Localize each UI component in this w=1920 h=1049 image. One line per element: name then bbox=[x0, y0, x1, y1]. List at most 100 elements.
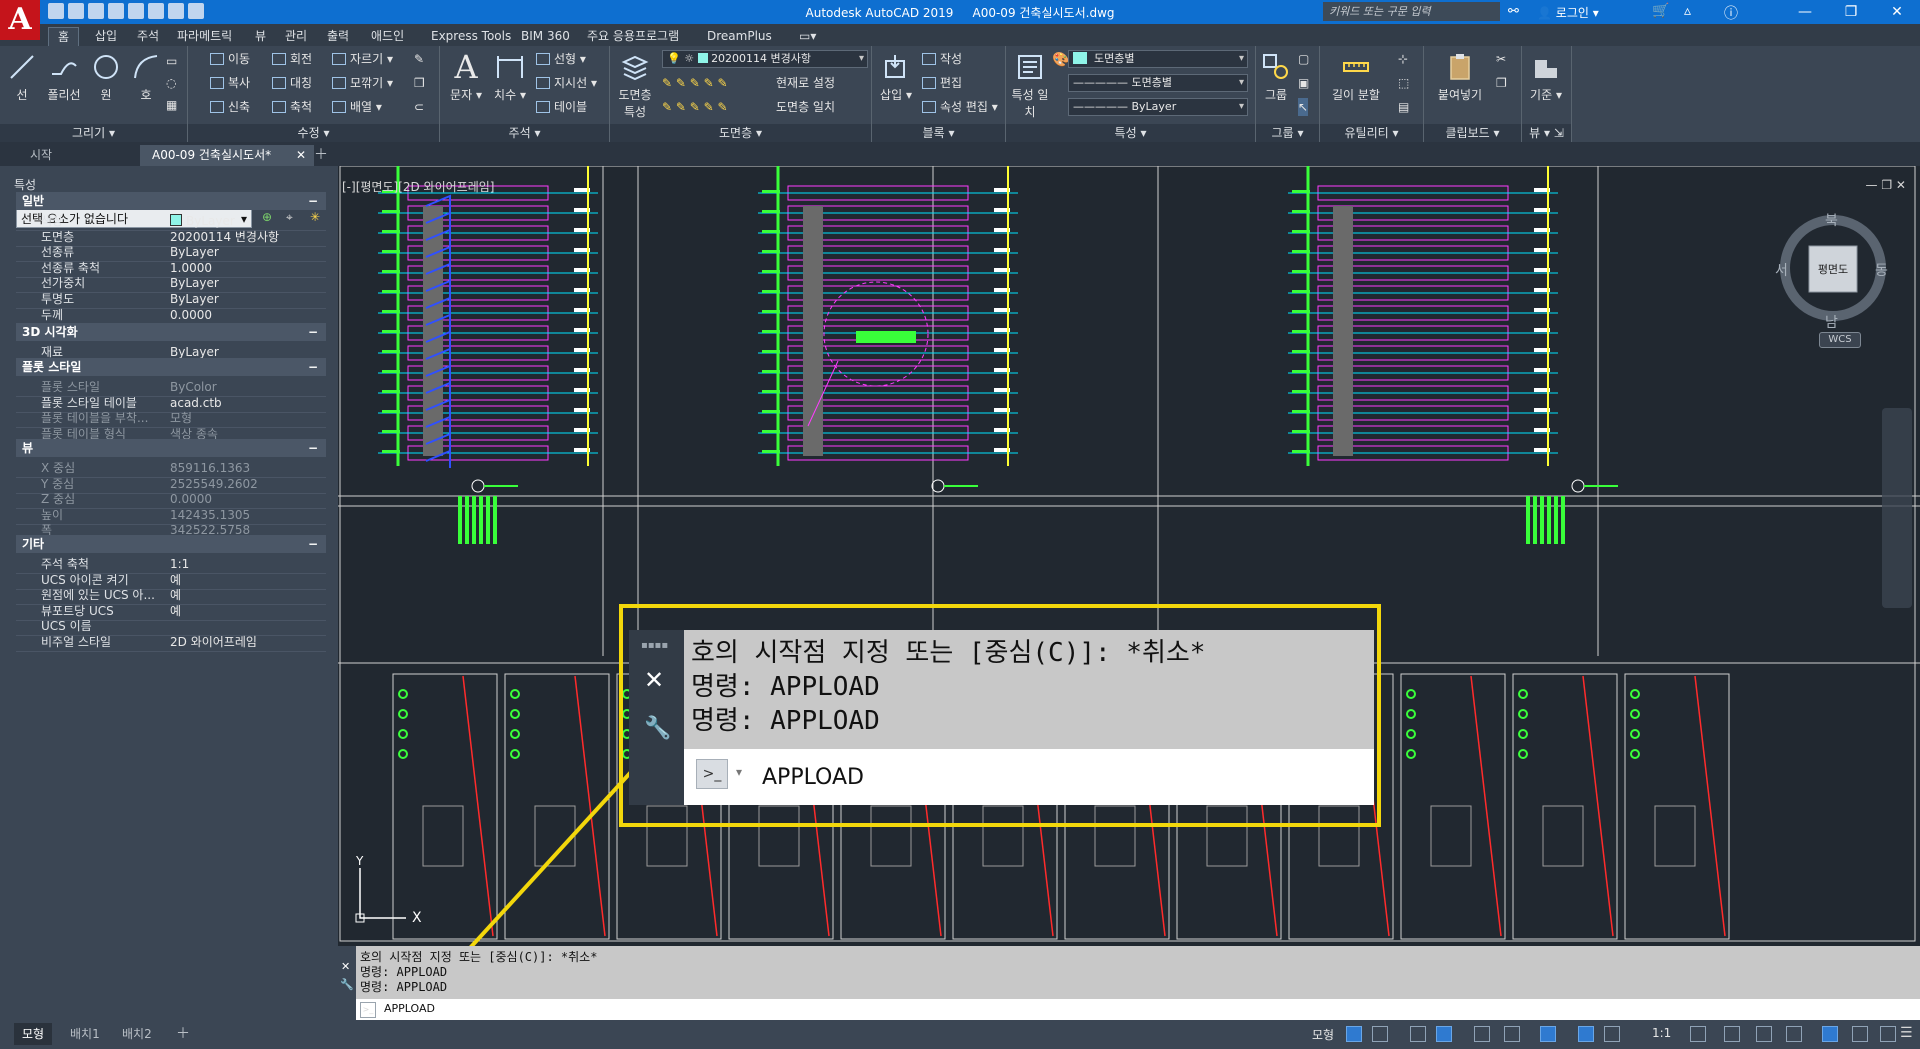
collapse-icon[interactable]: − bbox=[308, 439, 318, 457]
lineweight-dropdown[interactable]: ————— ByLayer bbox=[1068, 98, 1248, 116]
tab-close-icon[interactable]: ✕ bbox=[296, 145, 306, 166]
snap-icon[interactable] bbox=[1372, 1026, 1388, 1042]
group-select-icon[interactable]: ↖ bbox=[1298, 98, 1309, 116]
ortho-icon[interactable] bbox=[1410, 1026, 1426, 1042]
edit-block-button[interactable]: 편집 bbox=[922, 74, 962, 92]
tab-start[interactable]: 시작 bbox=[18, 145, 152, 166]
annotation-visibility-icon[interactable] bbox=[1578, 1026, 1594, 1042]
layout-tab-layout2[interactable]: 배치2 bbox=[114, 1023, 160, 1045]
object-snap-tracking-icon[interactable] bbox=[1504, 1026, 1520, 1042]
model-space-button[interactable]: 모형 bbox=[1312, 1026, 1334, 1043]
tab-express-tools[interactable]: Express Tools bbox=[422, 27, 520, 46]
close-icon[interactable]: ✕ bbox=[341, 960, 350, 973]
quick-properties-icon[interactable] bbox=[1786, 1026, 1802, 1042]
recent-commands-icon[interactable]: ▾ bbox=[736, 765, 742, 779]
viewcube-north[interactable]: 북 bbox=[1825, 210, 1838, 230]
workspace-gear-icon[interactable] bbox=[1690, 1026, 1706, 1042]
line-button[interactable]: 선 bbox=[2, 52, 42, 103]
table-button[interactable]: 테이블 bbox=[536, 98, 587, 116]
rotate-button[interactable]: 회전 bbox=[272, 50, 312, 68]
command-window-handle[interactable]: ▪▪▪▪ ✕ 🔧 bbox=[629, 630, 684, 805]
collapse-icon[interactable]: − bbox=[308, 192, 318, 210]
move-button[interactable]: 이동 bbox=[210, 50, 250, 68]
command-line[interactable]: ✕ 🔧 호의 시작점 지정 또는 [중심(C)]: *취소* 명령: APPLO… bbox=[338, 946, 1920, 1020]
tab-addins[interactable]: 애드인 bbox=[362, 27, 413, 46]
navigation-bar[interactable] bbox=[1882, 408, 1912, 608]
property-section-header[interactable]: 뷰 − bbox=[16, 439, 326, 457]
command-input-text[interactable]: APPLOAD bbox=[762, 765, 864, 790]
exchange-icon[interactable]: ▵ bbox=[1684, 3, 1691, 19]
customize-menu-icon[interactable]: ☰ bbox=[1900, 1025, 1913, 1041]
set-current-button[interactable]: 현재로 설정 bbox=[776, 74, 835, 92]
circle-button[interactable]: 원 bbox=[86, 52, 126, 103]
offset-icon[interactable]: ⊂ bbox=[414, 98, 424, 116]
units-icon[interactable] bbox=[1756, 1026, 1772, 1042]
insert-block-button[interactable]: 삽입 ▾ bbox=[876, 52, 916, 103]
property-section-header[interactable]: 플롯 스타일 − bbox=[16, 358, 326, 376]
panel-groups-title[interactable]: 그룹 ▾ bbox=[1256, 124, 1319, 142]
panel-draw-title[interactable]: 그리기 ▾ bbox=[0, 124, 187, 142]
property-row[interactable]: 두께 0.0000 bbox=[16, 306, 326, 325]
base-view-button[interactable]: 기준 ▾ bbox=[1526, 52, 1566, 103]
group-button[interactable]: 그룹 bbox=[1256, 52, 1296, 103]
new-tab-button[interactable]: ＋ bbox=[308, 145, 334, 166]
viewport-window-controls[interactable]: — ❐ ✕ bbox=[1866, 178, 1906, 192]
panel-properties-title[interactable]: 특성 ▾ bbox=[1006, 124, 1255, 142]
grip-icon[interactable]: ▪▪▪▪ bbox=[641, 640, 668, 651]
hardware-acceleration-icon[interactable] bbox=[1822, 1026, 1838, 1042]
tab-insert[interactable]: 삽입 bbox=[86, 27, 126, 46]
hatch-icon[interactable]: ◌ bbox=[166, 74, 176, 92]
add-layout-button[interactable]: ＋ bbox=[168, 1023, 198, 1045]
linear-dim-button[interactable]: 선형 ▾ bbox=[536, 50, 586, 68]
collapse-icon[interactable]: − bbox=[308, 323, 318, 341]
tab-current-drawing[interactable]: A00-09 건축실시도서* ✕ bbox=[140, 145, 314, 166]
layer-dropdown[interactable]: 💡 ☼ 20200114 변경사항 bbox=[662, 50, 868, 68]
command-window-zoomed[interactable]: ▪▪▪▪ ✕ 🔧 호의 시작점 지정 또는 [중심(C)]: *취소* 명령: … bbox=[629, 630, 1374, 805]
collapse-icon[interactable]: − bbox=[308, 358, 318, 376]
command-line-handle[interactable]: ✕ 🔧 bbox=[338, 946, 356, 1020]
edit-attribute-button[interactable]: 속성 편집 ▾ bbox=[922, 98, 998, 116]
gradient-icon[interactable]: ▦ bbox=[166, 96, 177, 114]
stretch-button[interactable]: 신축 bbox=[210, 98, 250, 116]
fillet-button[interactable]: 모깎기 ▾ bbox=[332, 74, 393, 92]
layout-tab-layout1[interactable]: 배치1 bbox=[62, 1023, 108, 1045]
divide-button[interactable]: 길이 분할 bbox=[1326, 52, 1386, 103]
tab-output[interactable]: 출력 bbox=[318, 27, 358, 46]
panel-layers-title[interactable]: 도면층 ▾ bbox=[610, 124, 871, 142]
copy-button[interactable]: 복사 bbox=[210, 74, 250, 92]
ribbon-options-icon[interactable]: ▭▾ bbox=[790, 27, 825, 46]
tab-featured-apps[interactable]: 주요 응용프로그램 bbox=[578, 27, 688, 46]
close-button[interactable]: ✕ bbox=[1874, 0, 1920, 24]
command-line-input-text[interactable]: APPLOAD bbox=[384, 1002, 435, 1015]
command-prompt-icon[interactable]: >_ bbox=[696, 759, 728, 789]
isolate-objects-icon[interactable] bbox=[1852, 1026, 1868, 1042]
layout-tab-model[interactable]: 모형 bbox=[14, 1023, 53, 1045]
quick-select-icon[interactable]: ⬚ bbox=[1398, 74, 1409, 92]
viewcube-west[interactable]: 서 bbox=[1775, 260, 1788, 280]
panel-block-title[interactable]: 블록 ▾ bbox=[872, 124, 1005, 142]
annotation-monitor-icon[interactable] bbox=[1724, 1026, 1740, 1042]
login-button[interactable]: 👤 로그인 ▾ bbox=[1537, 4, 1599, 21]
property-section-header[interactable]: 3D 시각화 − bbox=[16, 323, 326, 341]
wcs-menu[interactable]: WCS bbox=[1819, 332, 1861, 348]
search-input[interactable]: 키워드 또는 구문 입력 bbox=[1323, 2, 1500, 21]
panel-view-title[interactable]: 뷰 ▾ ⇲ bbox=[1522, 124, 1571, 142]
color-dropdown[interactable]: 도면층별 bbox=[1068, 50, 1248, 68]
application-menu-button[interactable]: A bbox=[0, 0, 40, 40]
tab-home[interactable]: 홈 bbox=[48, 27, 80, 47]
command-input[interactable]: >_ ▾ APPLOAD bbox=[684, 749, 1374, 805]
property-section-header[interactable]: 기타 − bbox=[16, 535, 326, 553]
polar-icon[interactable] bbox=[1436, 1026, 1452, 1042]
close-icon[interactable]: ✕ bbox=[644, 666, 664, 694]
restore-button[interactable]: ❐ bbox=[1828, 0, 1874, 24]
tab-view[interactable]: 뷰 bbox=[246, 27, 275, 46]
scale-button[interactable]: 축척 bbox=[272, 98, 312, 116]
paste-button[interactable]: 붙여넣기 bbox=[1432, 52, 1488, 103]
rectangle-icon[interactable]: ▭ bbox=[166, 52, 177, 70]
minimize-button[interactable]: — bbox=[1782, 0, 1828, 24]
trim-button[interactable]: 자르기 ▾ bbox=[332, 50, 393, 68]
customize-wrench-icon[interactable]: 🔧 bbox=[644, 716, 671, 741]
layer-tools-icons-row2[interactable]: ✎ ✎ ✎ ✎ ✎ bbox=[662, 98, 728, 116]
match-layer-button[interactable]: 도면층 일치 bbox=[776, 98, 835, 116]
auto-scale-icon[interactable] bbox=[1604, 1026, 1620, 1042]
